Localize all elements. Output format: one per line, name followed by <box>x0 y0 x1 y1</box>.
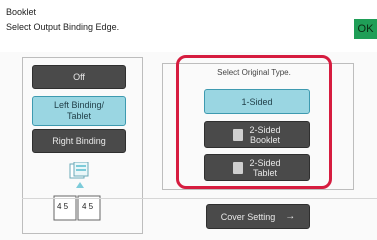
preview-page-right: 4 5 <box>82 202 94 211</box>
cover-setting-button[interactable]: Cover Setting → <box>206 204 310 229</box>
original-1sided-button[interactable]: 1-Sided <box>204 89 310 114</box>
footer-divider <box>22 198 377 199</box>
tablet-original-icon <box>233 161 244 174</box>
ok-button[interactable]: OK <box>354 19 377 39</box>
page-title: Booklet <box>6 7 37 17</box>
preview-page-left: 4 5 <box>57 202 69 211</box>
booklet-preview-icon <box>53 162 101 221</box>
original-2sided-tablet-label: 2-Sided Tablet <box>249 157 281 178</box>
original-2sided-tablet-button[interactable]: 2-Sided Tablet <box>204 154 310 181</box>
binding-left-tablet-button[interactable]: Left Binding/ Tablet <box>32 96 126 126</box>
binding-off-button[interactable]: Off <box>32 65 126 89</box>
cover-setting-label: Cover Setting <box>220 211 276 222</box>
binding-right-label: Right Binding <box>52 136 106 146</box>
binding-off-label: Off <box>73 72 85 82</box>
original-2sided-booklet-label: 2-Sided Booklet <box>249 124 281 145</box>
header: Booklet Select Output Binding Edge. OK <box>0 0 377 52</box>
booklet-screen: Booklet Select Output Binding Edge. OK O… <box>0 0 377 240</box>
binding-left-tablet-label: Left Binding/ Tablet <box>53 100 105 121</box>
booklet-original-icon <box>233 128 244 141</box>
original-type-label: Select Original Type. <box>217 68 291 77</box>
arrow-right-icon: → <box>285 211 296 222</box>
original-2sided-booklet-button[interactable]: 2-Sided Booklet <box>204 121 310 148</box>
binding-right-button[interactable]: Right Binding <box>32 129 126 153</box>
page-subtitle: Select Output Binding Edge. <box>6 22 120 32</box>
original-1sided-label: 1-Sided <box>241 96 273 107</box>
